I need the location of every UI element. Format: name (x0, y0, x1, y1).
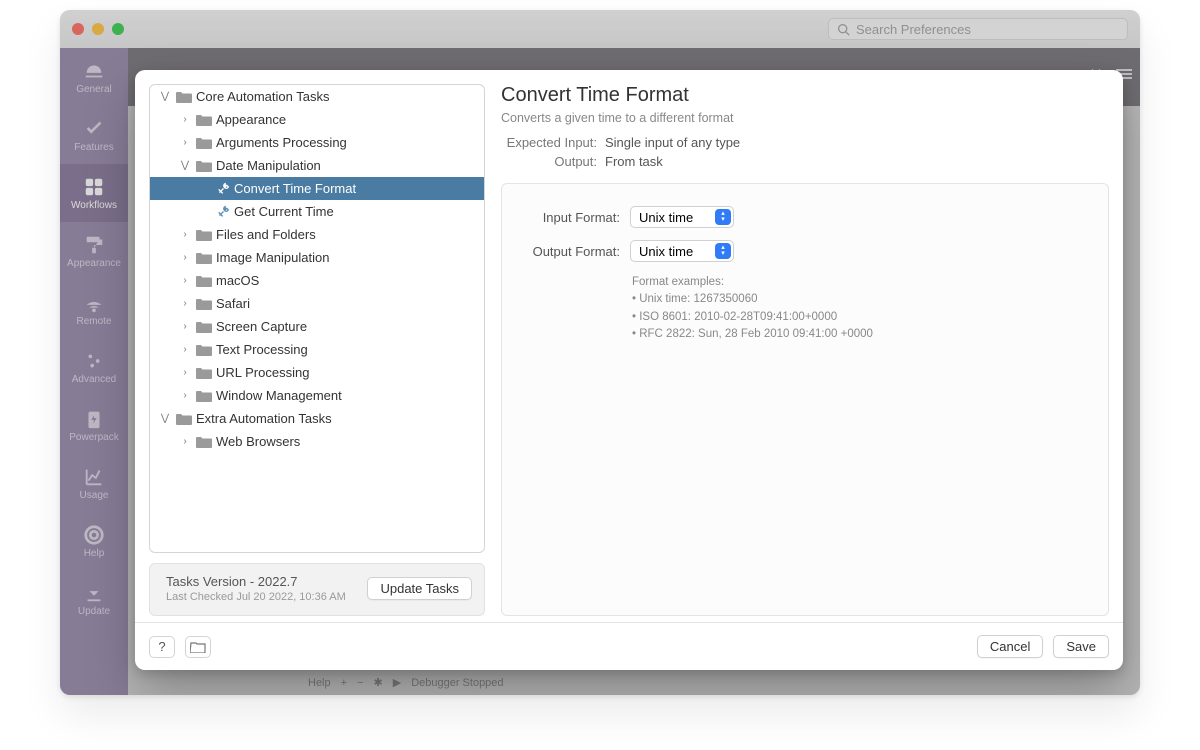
input-format-value: Unix time (639, 210, 709, 225)
folder-icon (196, 344, 212, 356)
folder-icon (196, 436, 212, 448)
version-panel: Tasks Version - 2022.7 Last Checked Jul … (149, 563, 485, 616)
output-label: Output: (501, 154, 597, 169)
select-stepper-icon: ▴▾ (715, 243, 731, 259)
tree-folder-item[interactable]: › Text Processing (150, 338, 484, 361)
folder-icon (196, 390, 212, 402)
tree-folder-item[interactable]: ⋁ Core Automation Tasks (150, 85, 484, 108)
folder-icon (196, 160, 212, 172)
examples-header: Format examples: (632, 274, 1090, 291)
folder-icon (196, 367, 212, 379)
input-format-select[interactable]: Unix time ▴▾ (630, 206, 734, 228)
chevron-down-icon: ⋁ (158, 91, 172, 102)
tree-folder-item[interactable]: › Screen Capture (150, 315, 484, 338)
tree-folder-item[interactable]: ⋁ Extra Automation Tasks (150, 407, 484, 430)
sheet-footer: ? Cancel Save (135, 622, 1123, 670)
output-format-value: Unix time (639, 244, 709, 259)
select-stepper-icon: ▴▾ (715, 209, 731, 225)
tree-item-label: Screen Capture (216, 319, 307, 334)
tool-icon (216, 205, 230, 219)
folder-icon (196, 321, 212, 333)
tree-item-label: Extra Automation Tasks (196, 411, 332, 426)
tool-icon (216, 182, 230, 196)
chevron-right-icon: › (178, 275, 192, 286)
chevron-right-icon: › (178, 321, 192, 332)
tree-item-label: Web Browsers (216, 434, 300, 449)
tasks-version-label: Tasks Version - 2022.7 (166, 574, 357, 589)
chevron-right-icon: › (178, 229, 192, 240)
tree-folder-item[interactable]: › macOS (150, 269, 484, 292)
preferences-window: Search Preferences GeneralFeaturesWorkfl… (60, 10, 1140, 695)
tree-folder-item[interactable]: › Arguments Processing (150, 131, 484, 154)
folder-icon (196, 137, 212, 149)
tree-folder-item[interactable]: › URL Processing (150, 361, 484, 384)
output-format-select[interactable]: Unix time ▴▾ (630, 240, 734, 262)
config-panel: Input Format: Unix time ▴▾ Output Format… (501, 183, 1109, 616)
tree-item-label: Text Processing (216, 342, 308, 357)
tree-item-label: Window Management (216, 388, 342, 403)
example-rfc2822: • RFC 2822: Sun, 28 Feb 2010 09:41:00 +0… (632, 326, 1090, 343)
expected-input-label: Expected Input: (501, 135, 597, 150)
help-button[interactable]: ? (149, 636, 175, 658)
chevron-right-icon: › (178, 114, 192, 125)
tree-item-label: Get Current Time (234, 204, 334, 219)
tree-item-label: Safari (216, 296, 250, 311)
task-subtitle: Converts a given time to a different for… (501, 111, 1109, 125)
chevron-down-icon: ⋁ (178, 160, 192, 171)
task-title: Convert Time Format (501, 84, 1109, 107)
tree-item-label: Core Automation Tasks (196, 89, 329, 104)
folder-icon (190, 641, 206, 653)
tree-item-label: Date Manipulation (216, 158, 321, 173)
save-button[interactable]: Save (1053, 635, 1109, 658)
chevron-right-icon: › (178, 137, 192, 148)
folder-icon (176, 91, 192, 103)
chevron-right-icon: › (178, 298, 192, 309)
example-unix: • Unix time: 1267350060 (632, 291, 1090, 308)
tree-folder-item[interactable]: › Image Manipulation (150, 246, 484, 269)
folder-icon (196, 298, 212, 310)
format-examples: Format examples: • Unix time: 1267350060… (632, 274, 1090, 343)
expected-input-value: Single input of any type (605, 135, 740, 150)
output-value: From task (605, 154, 663, 169)
chevron-right-icon: › (178, 390, 192, 401)
output-format-label: Output Format: (520, 244, 620, 259)
chevron-right-icon: › (178, 436, 192, 447)
reveal-folder-button[interactable] (185, 636, 211, 658)
tree-item-label: Appearance (216, 112, 286, 127)
input-format-label: Input Format: (520, 210, 620, 225)
chevron-right-icon: › (178, 252, 192, 263)
update-tasks-button[interactable]: Update Tasks (367, 577, 472, 600)
tree-tool-item[interactable]: Get Current Time (150, 200, 484, 223)
cancel-button[interactable]: Cancel (977, 635, 1043, 658)
tree-folder-item[interactable]: › Safari (150, 292, 484, 315)
tree-folder-item[interactable]: › Files and Folders (150, 223, 484, 246)
tree-item-label: Image Manipulation (216, 250, 329, 265)
tree-folder-item[interactable]: › Appearance (150, 108, 484, 131)
chevron-right-icon: › (178, 367, 192, 378)
tree-item-label: macOS (216, 273, 259, 288)
example-iso8601: • ISO 8601: 2010-02-28T09:41:00+0000 (632, 309, 1090, 326)
last-checked-label: Last Checked Jul 20 2022, 10:36 AM (166, 591, 357, 603)
folder-icon (196, 252, 212, 264)
tree-item-label: Convert Time Format (234, 181, 356, 196)
folder-icon (176, 413, 192, 425)
task-config-sheet: ⋁ Core Automation Tasks › Appearance › Argume… (135, 70, 1123, 670)
tree-item-label: Arguments Processing (216, 135, 347, 150)
tree-item-label: URL Processing (216, 365, 309, 380)
tree-item-label: Files and Folders (216, 227, 316, 242)
tree-folder-item[interactable]: › Window Management (150, 384, 484, 407)
tree-tool-item[interactable]: Convert Time Format (150, 177, 484, 200)
folder-icon (196, 275, 212, 287)
folder-icon (196, 229, 212, 241)
chevron-right-icon: › (178, 344, 192, 355)
chevron-down-icon: ⋁ (158, 413, 172, 424)
tree-folder-item[interactable]: › Web Browsers (150, 430, 484, 453)
folder-icon (196, 114, 212, 126)
tree-folder-item[interactable]: ⋁ Date Manipulation (150, 154, 484, 177)
task-tree[interactable]: ⋁ Core Automation Tasks › Appearance › Argume… (149, 84, 485, 553)
